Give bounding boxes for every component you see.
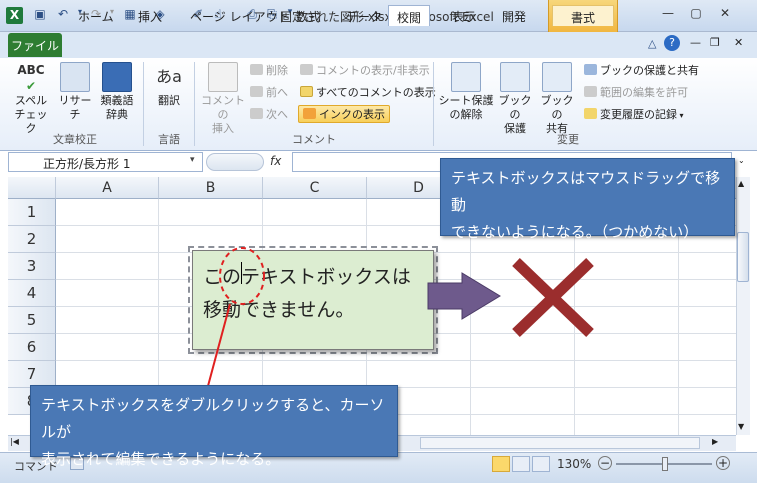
callout-drag-disabled: テキストボックスはマウスドラッグで移動 できないようになる。（つかめない） — [440, 158, 735, 241]
callout-pointer-line — [207, 303, 231, 387]
callout-top-line-1: テキストボックスはマウスドラッグで移動 — [451, 169, 721, 214]
callout-bottom-line-1: テキストボックスをダブルクリックすると、カーソルが — [41, 396, 385, 441]
callout-bottom-line-2: 表示されて編集できるようになる。 — [41, 450, 281, 468]
cursor-highlight-circle — [219, 247, 265, 305]
callout-double-click-edit: テキストボックスをダブルクリックすると、カーソルが 表示されて編集できるようにな… — [30, 385, 398, 468]
right-arrow-icon — [427, 272, 501, 320]
callout-top-line-2: できないようになる。（つかめない） — [451, 223, 699, 241]
